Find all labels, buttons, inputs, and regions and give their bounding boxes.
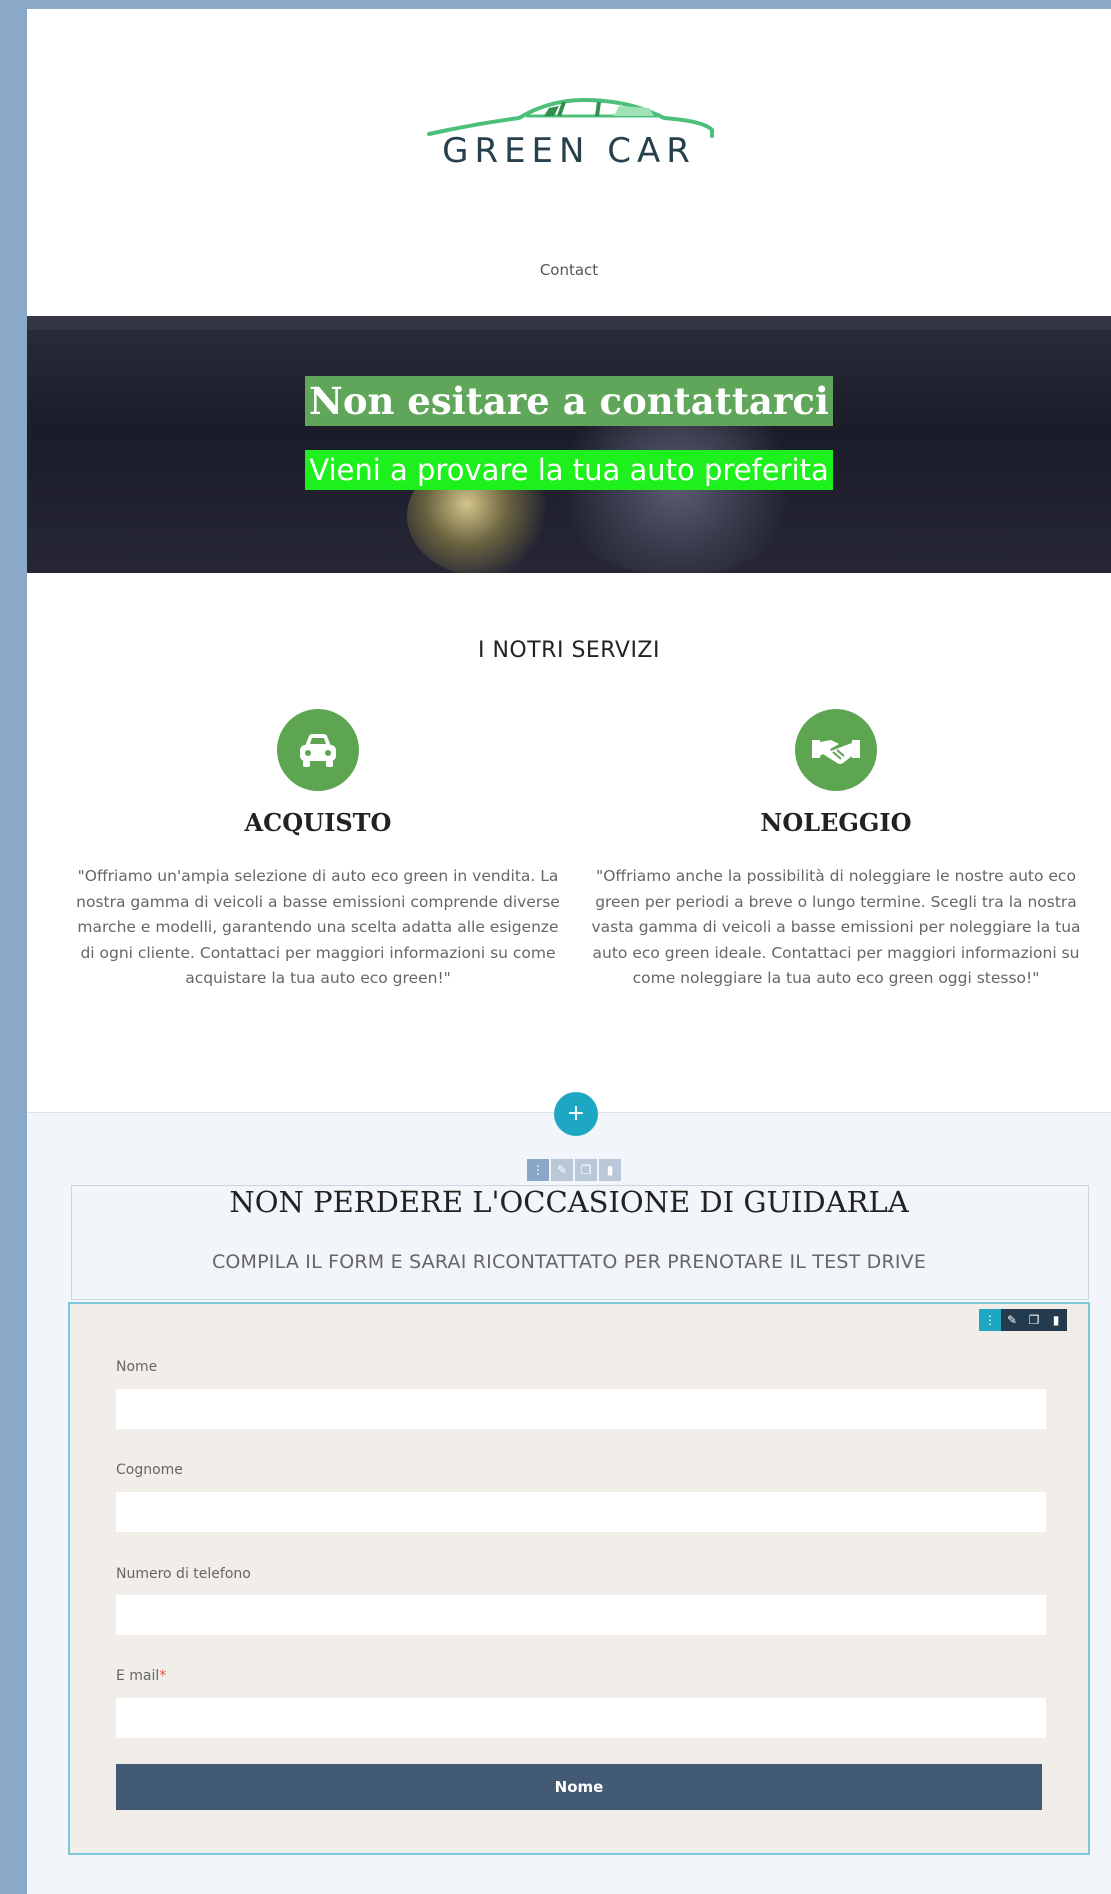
telefono-input[interactable] xyxy=(116,1595,1046,1635)
logo[interactable]: GREEN CAR xyxy=(27,94,1111,169)
email-label-text: E mail xyxy=(116,1668,160,1684)
handshake-icon xyxy=(795,709,877,791)
cta-title: NON PERDERE L'OCCASIONE DI GUIDARLA xyxy=(229,1185,909,1219)
form-block-toolbar: ⋮ ✎ ❐ ▮ xyxy=(979,1309,1067,1331)
drag-handle-icon[interactable]: ⋮ xyxy=(527,1159,549,1181)
delete-trash-icon[interactable]: ▮ xyxy=(1045,1309,1067,1331)
required-marker: * xyxy=(159,1668,167,1684)
service-title-noleggio: NOLEGGIO xyxy=(760,808,912,837)
duplicate-icon[interactable]: ❐ xyxy=(1023,1309,1045,1331)
service-text-noleggio: "Offriamo anche la possibilità di nolegg… xyxy=(591,867,1081,987)
add-section-button[interactable]: + xyxy=(554,1092,598,1136)
edit-pencil-icon[interactable]: ✎ xyxy=(551,1159,573,1181)
cta-subtitle: COMPILA IL FORM E SARAI RICONTATTATO PER… xyxy=(211,1251,927,1273)
logo-text: GREEN CAR xyxy=(442,131,696,169)
cognome-input[interactable] xyxy=(116,1492,1046,1532)
service-acquisto: ACQUISTO "Offriamo un'ampia selezione di… xyxy=(73,709,563,992)
field-label-nome: Nome xyxy=(116,1359,158,1375)
service-title-acquisto: ACQUISTO xyxy=(244,808,392,837)
service-noleggio: NOLEGGIO "Offriamo anche la possibilità … xyxy=(591,709,1081,992)
hero-title-wrap: Non esitare a contattarci xyxy=(27,376,1111,426)
hero-subtitle: Vieni a provare la tua auto preferita xyxy=(305,450,833,490)
hero-bg-streak xyxy=(27,316,1111,330)
form-container[interactable]: Nome Cognome Numero di telefono E mail* … xyxy=(68,1302,1090,1855)
nome-input[interactable] xyxy=(116,1389,1046,1429)
car-icon xyxy=(277,709,359,791)
services-title: I NOTRI SERVIZI xyxy=(477,638,660,663)
submit-button[interactable]: Nome xyxy=(116,1764,1042,1810)
hero-title: Non esitare a contattarci xyxy=(305,376,833,426)
car-logo-icon: GREEN CAR xyxy=(427,97,714,169)
hero-subtitle-wrap: Vieni a provare la tua auto preferita xyxy=(27,450,1111,490)
field-label-telefono: Numero di telefono xyxy=(116,1566,251,1582)
service-text-acquisto: "Offriamo un'ampia selezione di auto eco… xyxy=(76,867,560,987)
field-label-email: E mail* xyxy=(116,1668,166,1684)
field-label-cognome: Cognome xyxy=(116,1462,183,1478)
edit-pencil-icon[interactable]: ✎ xyxy=(1001,1309,1023,1331)
email-input[interactable] xyxy=(116,1698,1046,1738)
duplicate-icon[interactable]: ❐ xyxy=(575,1159,597,1181)
nav-contact-link[interactable]: Contact xyxy=(27,261,1111,279)
delete-trash-icon[interactable]: ▮ xyxy=(599,1159,621,1181)
page: GREEN CAR Contact Non esitare a contatta… xyxy=(27,9,1111,1894)
hero-banner: Non esitare a contattarci Vieni a provar… xyxy=(27,316,1111,573)
drag-handle-icon[interactable]: ⋮ xyxy=(979,1309,1001,1331)
heading-block-toolbar: ⋮ ✎ ❐ ▮ xyxy=(527,1159,623,1181)
